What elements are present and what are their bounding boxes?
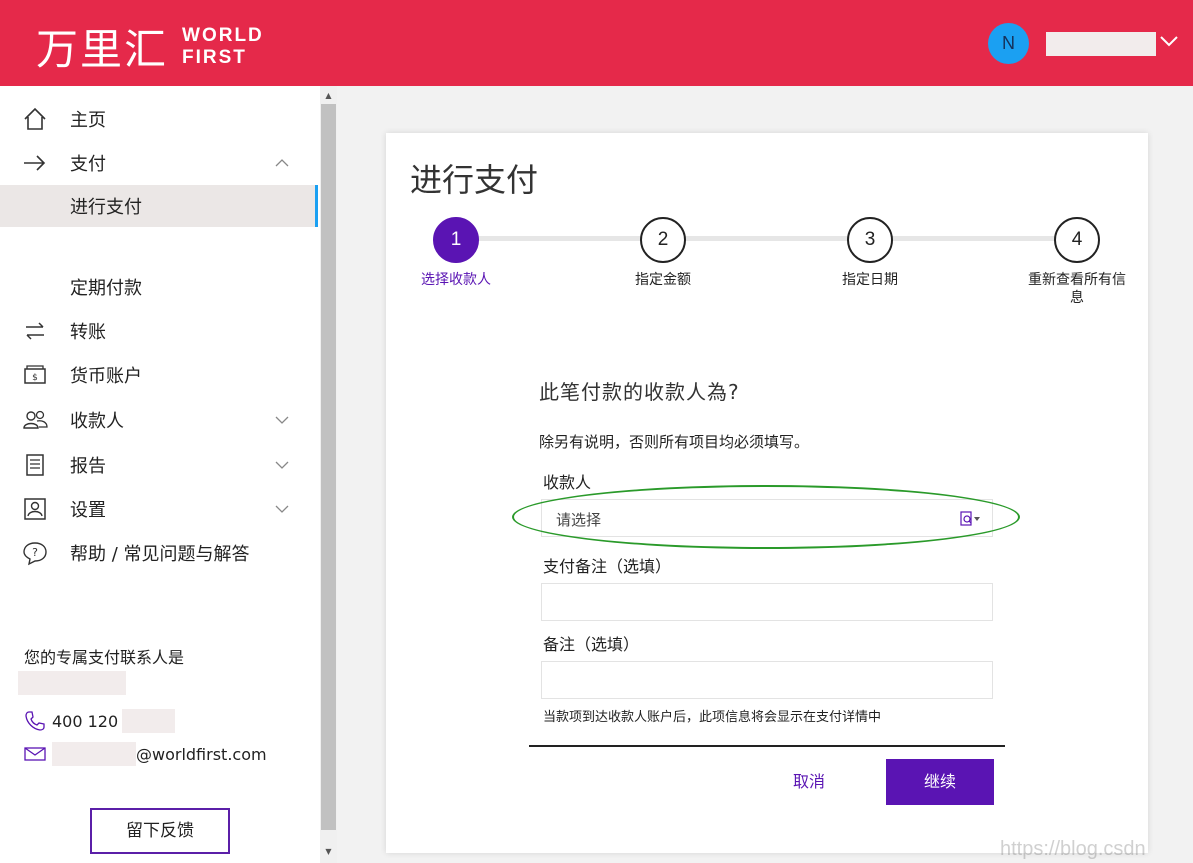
leave-feedback-button[interactable]: 留下反馈 [90,808,230,854]
sidebar-item-label: 报告 [70,456,106,477]
sidebar-item-label: 帮助 / 常见问题与解答 [70,544,250,565]
payee-question: 此笔付款的收款人為? [539,380,740,404]
sidebar: 主页 支付 进行支付 定期付款 转账 $ 货币账户 收款人 报告 设置 ? 帮助… [0,86,320,863]
chevron-down-icon [275,416,289,424]
step-2-label: 指定金额 [635,272,691,288]
phone-prefix: 400 120 [52,711,119,731]
sidebar-item-make-payment[interactable]: 进行支付 [0,185,318,227]
search-dropdown-icon [960,511,980,526]
mail-icon [24,747,46,761]
step-1-label: 选择收款人 [421,272,491,288]
sidebar-item-payments[interactable]: 支付 [0,142,318,184]
payment-reference-input[interactable] [541,583,993,621]
top-header: 万里汇 WORLD FIRST N [0,0,1193,86]
sidebar-item-label: 进行支付 [70,197,142,218]
sidebar-item-label: 支付 [70,154,106,175]
sidebar-item-payees[interactable]: 收款人 [0,399,318,441]
sidebar-item-label: 货币账户 [70,366,142,387]
make-payment-card: 进行支付 1 2 3 4 选择收款人 指定金额 指定日期 重新查看所有信息 此笔… [386,133,1148,853]
memo-hint: 当款项到达收款人账户后，此项信息将会显示在支付详情中 [543,710,882,725]
logo-en-line1: WORLD [182,24,264,46]
user-name-redacted[interactable] [1046,32,1156,56]
cancel-button[interactable]: 取消 [769,767,849,797]
user-avatar[interactable]: N [988,23,1029,64]
sidebar-item-label: 主页 [70,110,106,131]
logo-english-text: WORLD FIRST [182,25,264,69]
svg-text:$: $ [32,373,38,383]
sidebar-scrollbar[interactable]: ▲ ▼ [320,86,337,863]
scroll-up-arrow[interactable]: ▲ [320,87,337,104]
phone-redacted [122,709,176,733]
help-icon: ? [22,540,48,566]
sidebar-item-currency-accounts[interactable]: $ 货币账户 [0,354,318,396]
memo-input[interactable] [541,661,993,699]
phone-icon [25,711,45,731]
contact-title: 您的专属支付联系人是 [24,648,185,667]
stepper-track [456,236,1078,241]
home-icon [22,106,48,132]
step-2-circle: 2 [640,217,686,263]
email-domain: @worldfirst.com [136,744,267,764]
sidebar-item-settings[interactable]: 设置 [0,488,318,530]
wallet-icon: $ [22,362,48,388]
sidebar-item-scheduled-payments[interactable]: 定期付款 [0,266,318,308]
contact-email[interactable]: @worldfirst.com [24,742,267,766]
logo-en-line2: FIRST [182,46,247,68]
transfer-icon [22,318,48,344]
svg-text:?: ? [32,546,38,559]
step-4-label: 重新查看所有信息 [1028,272,1126,306]
page-title: 进行支付 [410,161,539,199]
step-3-label: 指定日期 [842,272,898,288]
continue-button[interactable]: 继续 [886,759,994,805]
watermark-text: https://blog.csdn [1000,838,1146,860]
step-4-circle: 4 [1054,217,1100,263]
required-fields-note: 除另有说明，否则所有项目均必须填写。 [539,433,810,451]
payee-label: 收款人 [543,473,592,492]
logo-chinese-text: 万里汇 [36,25,169,74]
contact-name-redacted [18,671,126,695]
form-divider [529,745,1005,747]
step-3-circle: 3 [847,217,893,263]
report-icon [22,452,48,478]
settings-icon [22,496,48,522]
chevron-down-icon [275,461,289,469]
sidebar-item-label: 收款人 [70,411,124,432]
scroll-down-arrow[interactable]: ▼ [320,843,337,860]
sidebar-item-home[interactable]: 主页 [0,98,318,140]
arrow-right-icon [22,150,48,176]
payment-reference-label: 支付备注（选填） [543,557,672,576]
email-user-redacted [52,742,136,766]
contact-phone: 400 120 [24,709,176,733]
sidebar-item-transfer[interactable]: 转账 [0,310,318,352]
worldfirst-logo[interactable]: 万里汇 WORLD FIRST [36,16,264,77]
step-1-circle: 1 [433,217,479,263]
sidebar-item-help[interactable]: ? 帮助 / 常见问题与解答 [0,532,318,574]
scrollbar-thumb[interactable] [321,104,336,830]
payee-select[interactable]: 请选择 [541,499,993,537]
payees-icon [22,407,48,433]
chevron-down-icon [275,505,289,513]
sidebar-item-label: 转账 [70,322,106,343]
payee-select-placeholder: 请选择 [556,511,602,529]
sidebar-item-label: 设置 [70,500,106,521]
sidebar-item-reports[interactable]: 报告 [0,444,318,486]
chevron-down-icon[interactable] [1158,30,1180,52]
sidebar-item-label: 定期付款 [70,278,142,299]
memo-label: 备注（选填） [543,635,640,654]
chevron-up-icon [275,159,289,167]
